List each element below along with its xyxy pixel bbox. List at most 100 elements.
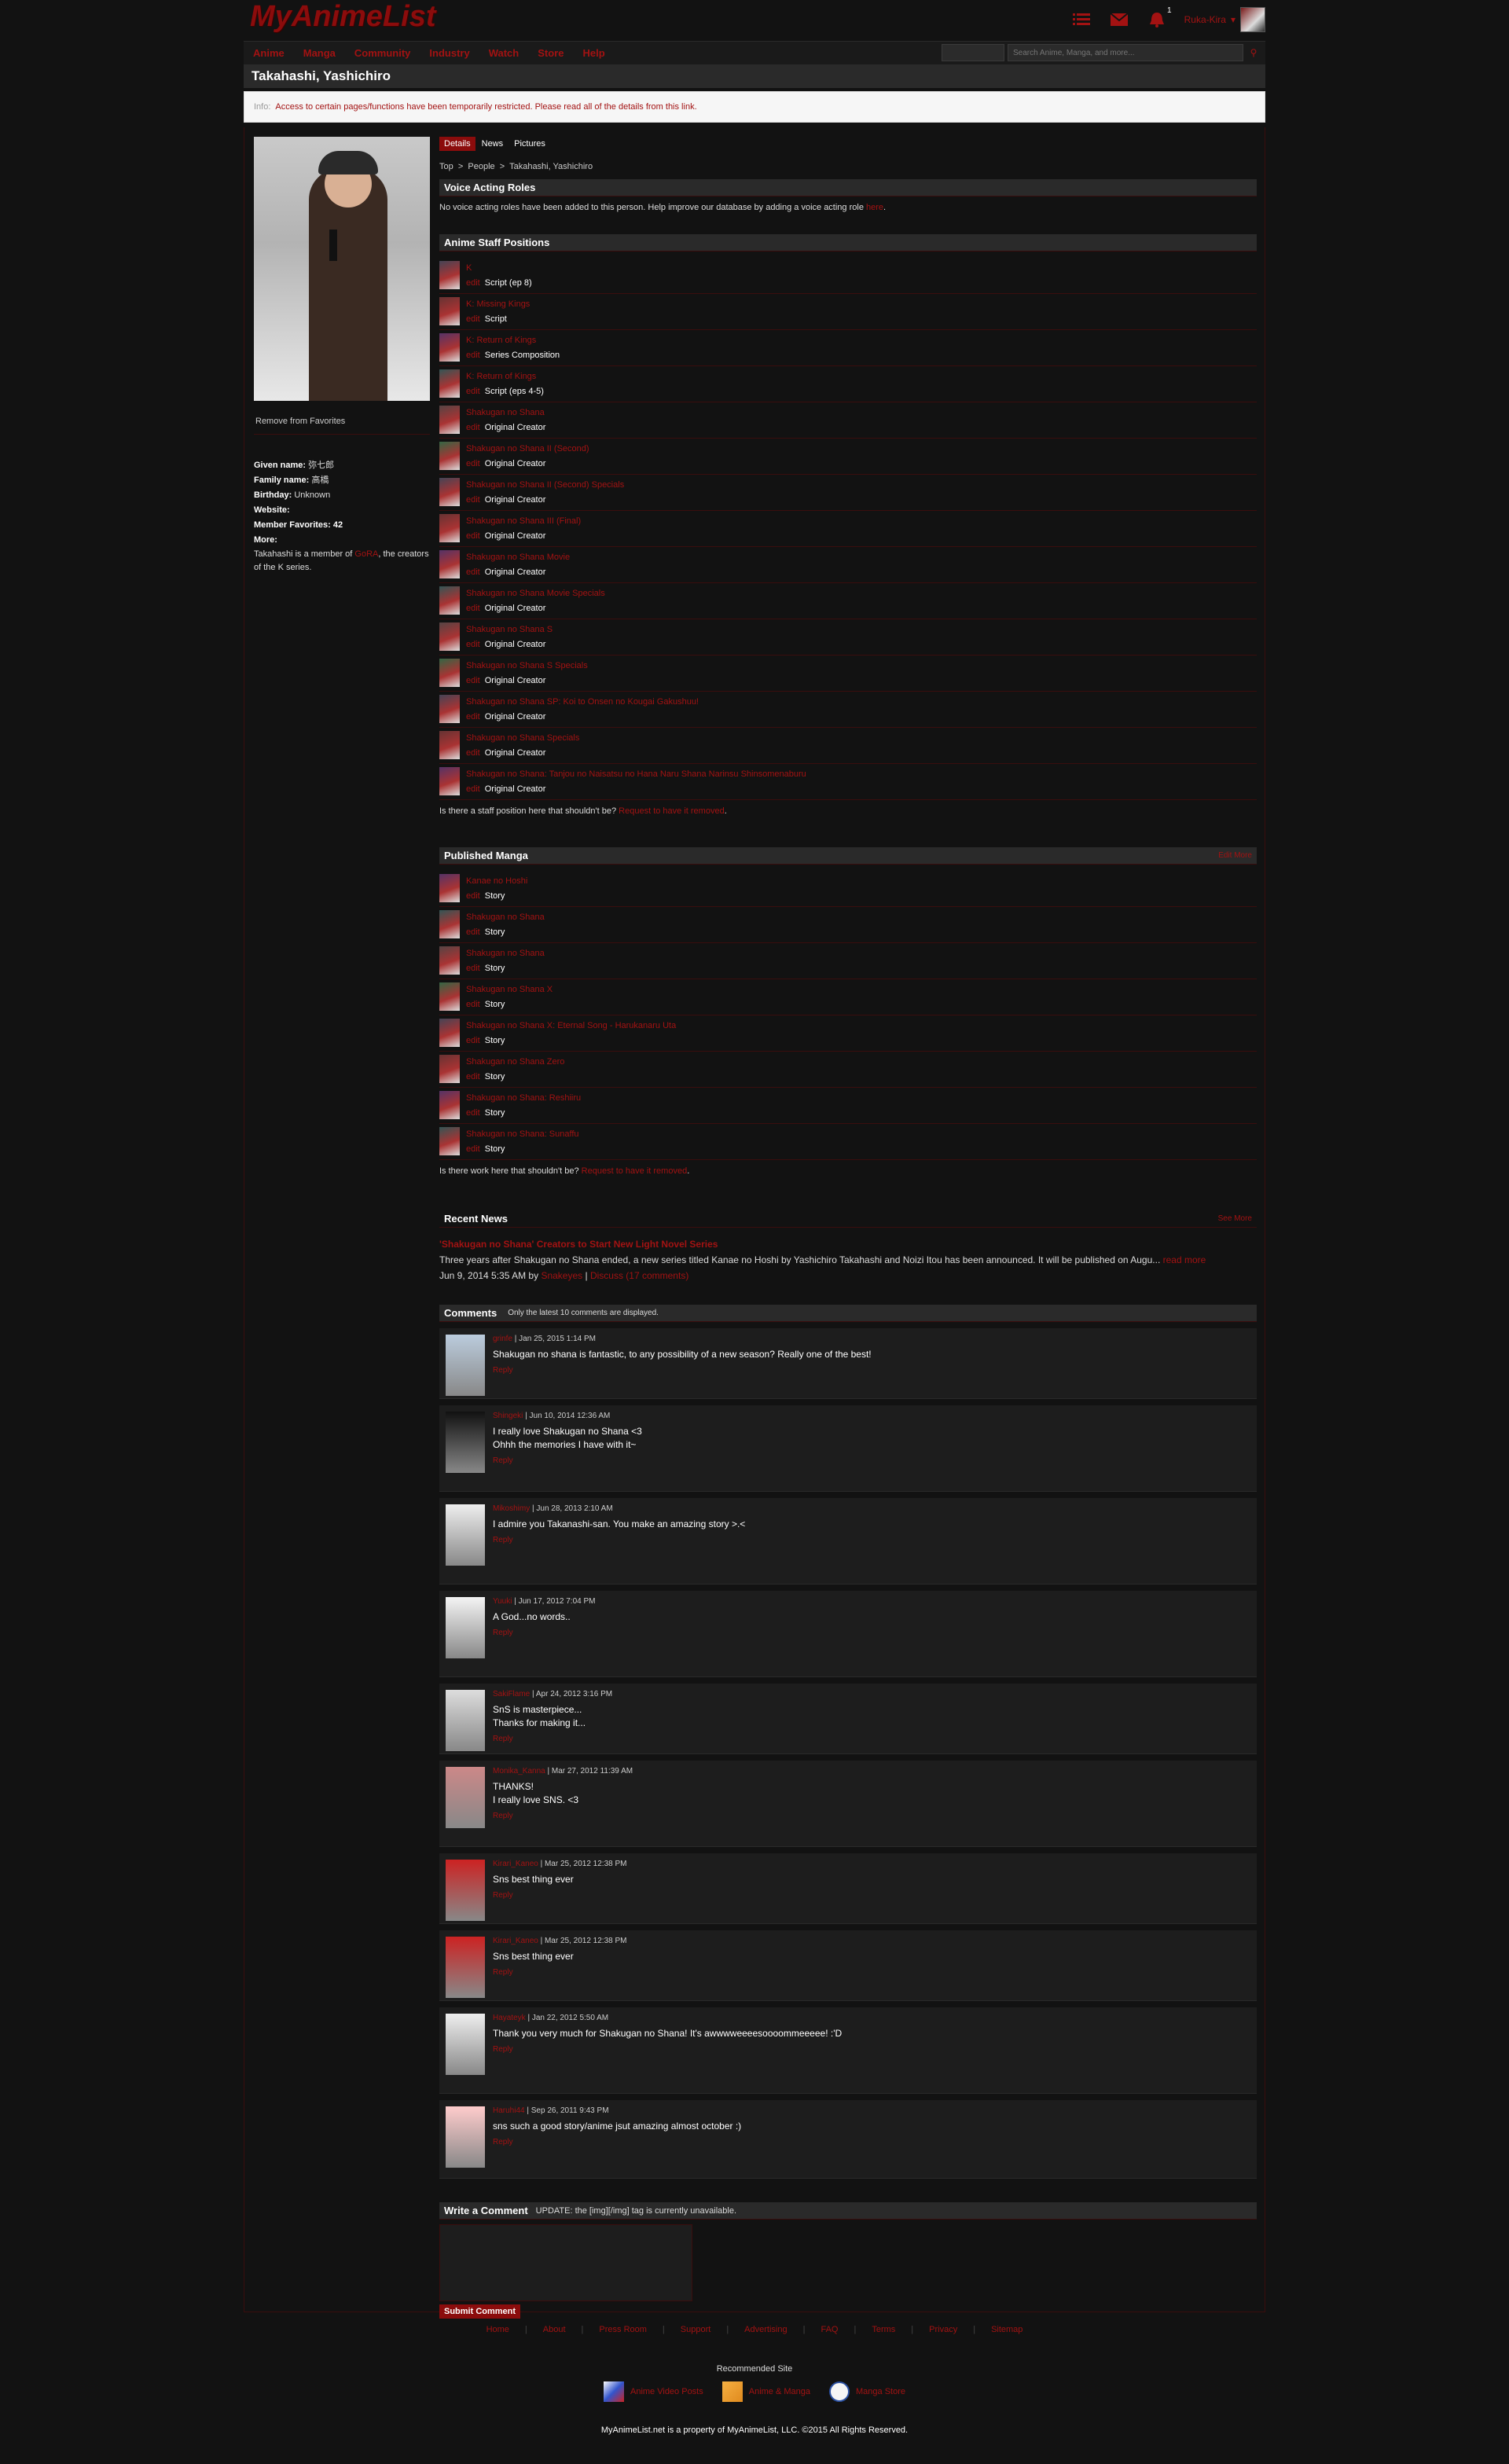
manga-remove-link[interactable]: Request to have it removed: [582, 1166, 688, 1176]
manga-thumbnail[interactable]: [439, 1127, 460, 1155]
footer-link[interactable]: Privacy: [929, 2325, 957, 2334]
staff-title[interactable]: K: Return of Kings: [466, 333, 560, 348]
search-input[interactable]: [1008, 44, 1243, 61]
news-see-more[interactable]: See More: [1218, 1214, 1252, 1223]
commenter-avatar[interactable]: [446, 1860, 485, 1921]
staff-edit-link[interactable]: edit: [466, 784, 480, 794]
commenter-name[interactable]: Haruhi44: [493, 2106, 525, 2115]
staff-thumbnail[interactable]: [439, 659, 460, 687]
manga-edit-link[interactable]: edit: [466, 927, 480, 937]
staff-thumbnail[interactable]: [439, 767, 460, 795]
rec-site-3[interactable]: Manga Store: [829, 2381, 905, 2402]
manga-edit-link[interactable]: edit: [466, 891, 480, 901]
nav-store[interactable]: Store: [538, 47, 564, 59]
commenter-avatar[interactable]: [446, 1597, 485, 1658]
staff-title[interactable]: Shakugan no Shana S Specials: [466, 659, 588, 674]
staff-remove-link[interactable]: Request to have it removed: [619, 806, 725, 816]
staff-thumbnail[interactable]: [439, 297, 460, 325]
reply-link[interactable]: Reply: [493, 2045, 842, 2054]
commenter-name[interactable]: Monika_Kanna: [493, 1767, 545, 1775]
news-title[interactable]: 'Shakugan no Shana' Creators to Start Ne…: [439, 1239, 1257, 1250]
breadcrumb[interactable]: Top > People > Takahashi, Yashichiro: [439, 162, 1257, 171]
staff-title[interactable]: Shakugan no Shana: [466, 406, 545, 420]
staff-edit-link[interactable]: edit: [466, 712, 480, 722]
commenter-name[interactable]: Yuuki: [493, 1597, 512, 1606]
staff-edit-link[interactable]: edit: [466, 387, 480, 396]
footer-link[interactable]: About: [543, 2325, 566, 2334]
commenter-name[interactable]: grinfe: [493, 1335, 512, 1343]
staff-title[interactable]: Shakugan no Shana III (Final): [466, 514, 581, 529]
commenter-avatar[interactable]: [446, 1335, 485, 1396]
rec-site-2[interactable]: Anime & Manga: [721, 2381, 810, 2402]
staff-thumbnail[interactable]: [439, 731, 460, 759]
staff-title[interactable]: Shakugan no Shana: Tanjou no Naisatsu no…: [466, 767, 806, 782]
reply-link[interactable]: Reply: [493, 1812, 633, 1820]
staff-thumbnail[interactable]: [439, 514, 460, 542]
news-author[interactable]: Snakeyes: [541, 1270, 582, 1281]
staff-edit-link[interactable]: edit: [466, 459, 480, 468]
gora-link[interactable]: GoRA: [354, 549, 378, 559]
search-type-select[interactable]: [942, 44, 1004, 61]
footer-link[interactable]: Support: [681, 2325, 711, 2334]
tab-details[interactable]: Details: [439, 137, 475, 151]
manga-title[interactable]: Shakugan no Shana: [466, 910, 545, 925]
reply-link[interactable]: Reply: [493, 1735, 612, 1743]
staff-thumbnail[interactable]: [439, 695, 460, 723]
footer-link[interactable]: Home: [486, 2325, 509, 2334]
commenter-avatar[interactable]: [446, 1767, 485, 1828]
staff-edit-link[interactable]: edit: [466, 278, 480, 288]
staff-edit-link[interactable]: edit: [466, 676, 480, 685]
staff-thumbnail[interactable]: [439, 406, 460, 434]
manga-thumbnail[interactable]: [439, 946, 460, 975]
manga-title[interactable]: Shakugan no Shana: [466, 946, 545, 961]
add-voice-role-link[interactable]: here: [866, 203, 883, 212]
tab-news[interactable]: News: [477, 137, 509, 151]
manga-thumbnail[interactable]: [439, 910, 460, 938]
staff-title[interactable]: K: Missing Kings: [466, 297, 530, 312]
manga-thumbnail[interactable]: [439, 874, 460, 902]
manga-edit-link[interactable]: edit: [466, 1144, 480, 1154]
footer-link[interactable]: Sitemap: [991, 2325, 1023, 2334]
staff-title[interactable]: Shakugan no Shana Movie Specials: [466, 586, 605, 601]
commenter-name[interactable]: SakiFlame: [493, 1690, 530, 1698]
staff-title[interactable]: K: [466, 261, 532, 276]
commenter-name[interactable]: Kirari_Kaneo: [493, 1937, 538, 1945]
site-logo[interactable]: MyAnimeList: [250, 0, 435, 34]
manga-edit-link[interactable]: edit: [466, 964, 480, 973]
staff-edit-link[interactable]: edit: [466, 604, 480, 613]
reply-link[interactable]: Reply: [493, 1536, 745, 1544]
staff-title[interactable]: Shakugan no Shana II (Second) Specials: [466, 478, 624, 493]
manga-title[interactable]: Shakugan no Shana Zero: [466, 1055, 564, 1070]
manga-edit-link[interactable]: edit: [466, 1000, 480, 1009]
nav-help[interactable]: Help: [582, 47, 604, 59]
staff-edit-link[interactable]: edit: [466, 640, 480, 649]
staff-edit-link[interactable]: edit: [466, 748, 480, 758]
nav-anime[interactable]: Anime: [253, 47, 285, 59]
nav-industry[interactable]: Industry: [429, 47, 469, 59]
staff-title[interactable]: Shakugan no Shana S: [466, 622, 553, 637]
commenter-avatar[interactable]: [446, 1412, 485, 1473]
commenter-name[interactable]: Kirari_Kaneo: [493, 1860, 538, 1868]
staff-title[interactable]: Shakugan no Shana Specials: [466, 731, 579, 746]
staff-title[interactable]: Shakugan no Shana SP: Koi to Onsen no Ko…: [466, 695, 699, 710]
remove-favorites-link[interactable]: Remove from Favorites: [254, 417, 430, 429]
manga-title[interactable]: Kanae no Hoshi: [466, 874, 527, 889]
footer-link[interactable]: FAQ: [821, 2325, 838, 2334]
manga-thumbnail[interactable]: [439, 1091, 460, 1119]
info-link[interactable]: Access to certain pages/functions have b…: [275, 102, 696, 112]
commenter-avatar[interactable]: [446, 2014, 485, 2075]
staff-edit-link[interactable]: edit: [466, 531, 480, 541]
commenter-avatar[interactable]: [446, 1937, 485, 1998]
staff-thumbnail[interactable]: [439, 622, 460, 651]
footer-link[interactable]: Advertising: [744, 2325, 787, 2334]
reply-link[interactable]: Reply: [493, 1968, 626, 1977]
manga-title[interactable]: Shakugan no Shana X: [466, 982, 553, 997]
commenter-name[interactable]: Mikoshimy: [493, 1504, 530, 1513]
staff-edit-link[interactable]: edit: [466, 351, 480, 360]
list-icon[interactable]: [1071, 11, 1092, 28]
staff-edit-link[interactable]: edit: [466, 314, 480, 324]
staff-title[interactable]: K: Return of Kings: [466, 369, 544, 384]
manga-edit-link[interactable]: edit: [466, 1108, 480, 1118]
manga-thumbnail[interactable]: [439, 1055, 460, 1083]
staff-thumbnail[interactable]: [439, 261, 460, 289]
